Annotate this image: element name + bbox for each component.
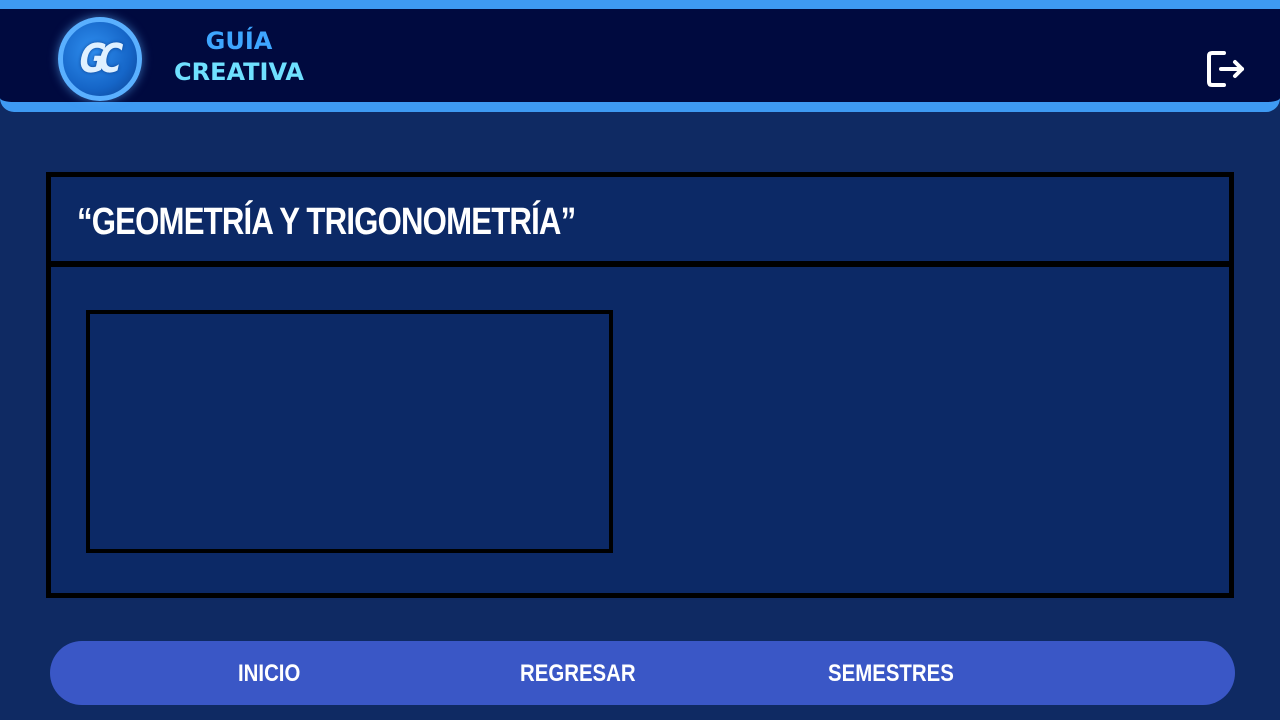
logo-letters: GC xyxy=(74,36,120,82)
subject-title: “GEOMETRÍA Y TRIGONOMETRÍA” xyxy=(77,201,576,243)
brand-name-line2: CREATIVA xyxy=(173,58,305,86)
nav-inicio-link[interactable]: INICIO xyxy=(238,641,300,705)
logout-button[interactable] xyxy=(1204,47,1248,91)
bottom-nav-bar: INICIO REGRESAR SEMESTRES xyxy=(50,641,1235,705)
logout-icon xyxy=(1207,51,1244,87)
brand-logo[interactable]: GC xyxy=(58,17,142,101)
app-header: GC GUÍA CREATIVA xyxy=(0,0,1280,112)
nav-semestres-link[interactable]: SEMESTRES xyxy=(828,641,954,705)
nav-regresar-link[interactable]: REGRESAR xyxy=(520,641,636,705)
brand-name-line1: GUÍA xyxy=(205,27,273,55)
subject-panel: “GEOMETRÍA Y TRIGONOMETRÍA” xyxy=(46,172,1234,598)
panel-title-bar: “GEOMETRÍA Y TRIGONOMETRÍA” xyxy=(51,177,1229,267)
content-placeholder-box xyxy=(86,310,613,553)
